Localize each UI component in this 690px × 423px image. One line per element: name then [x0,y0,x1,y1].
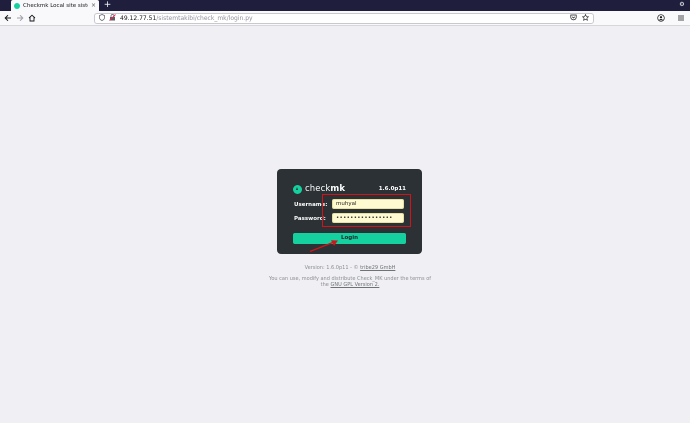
forward-arrow-icon[interactable] [15,14,25,23]
home-icon[interactable] [27,14,37,23]
address-bar[interactable]: 49.12.77.51 /sistemtakibi/check_mk/login… [94,13,594,24]
new-tab-button[interactable]: + [103,0,112,11]
footer-license-line-2: the GNU GPL Version 2. [320,282,380,288]
gpl-license-link[interactable]: GNU GPL Version 2. [330,282,379,288]
bookmark-star-icon[interactable] [581,13,590,23]
url-text[interactable]: 49.12.77.51 /sistemtakibi/check_mk/login… [120,15,566,22]
checkmk-favicon-icon [14,2,20,9]
checkmk-logo: checkmk [293,184,345,194]
navigation-bar: 49.12.77.51 /sistemtakibi/check_mk/login… [0,11,690,26]
back-arrow-icon[interactable] [3,14,13,23]
tracking-protection-shield-icon[interactable] [99,14,105,23]
url-host: 49.12.77.51 [120,15,157,22]
insecure-lock-icon[interactable] [109,14,116,23]
annotation-arrow-icon [309,240,338,253]
footer-version: Version: 1.6.0p11 - © tribe29 GmbH [304,265,396,271]
tab-close-icon[interactable]: × [91,2,96,9]
hamburger-menu-icon[interactable] [676,14,686,23]
tab-title: Checkmk Local site sistemtakibi [23,2,88,9]
browser-tab[interactable]: Checkmk Local site sistemtakibi × [11,0,99,11]
account-icon[interactable] [656,14,666,23]
url-path: /sistemtakibi/check_mk/login.py [156,15,253,22]
pocket-icon[interactable] [570,14,577,23]
annotation-highlight-box [322,194,411,227]
extension-icon[interactable]: ⚙ [678,1,686,9]
version-label: 1.6.0p11 [378,186,406,192]
tab-strip: Checkmk Local site sistemtakibi × + ⚙ [0,0,690,11]
company-link[interactable]: tribe29 GmbH [360,265,395,271]
checkmk-logo-icon [293,184,302,194]
logo-text: checkmk [305,184,346,194]
